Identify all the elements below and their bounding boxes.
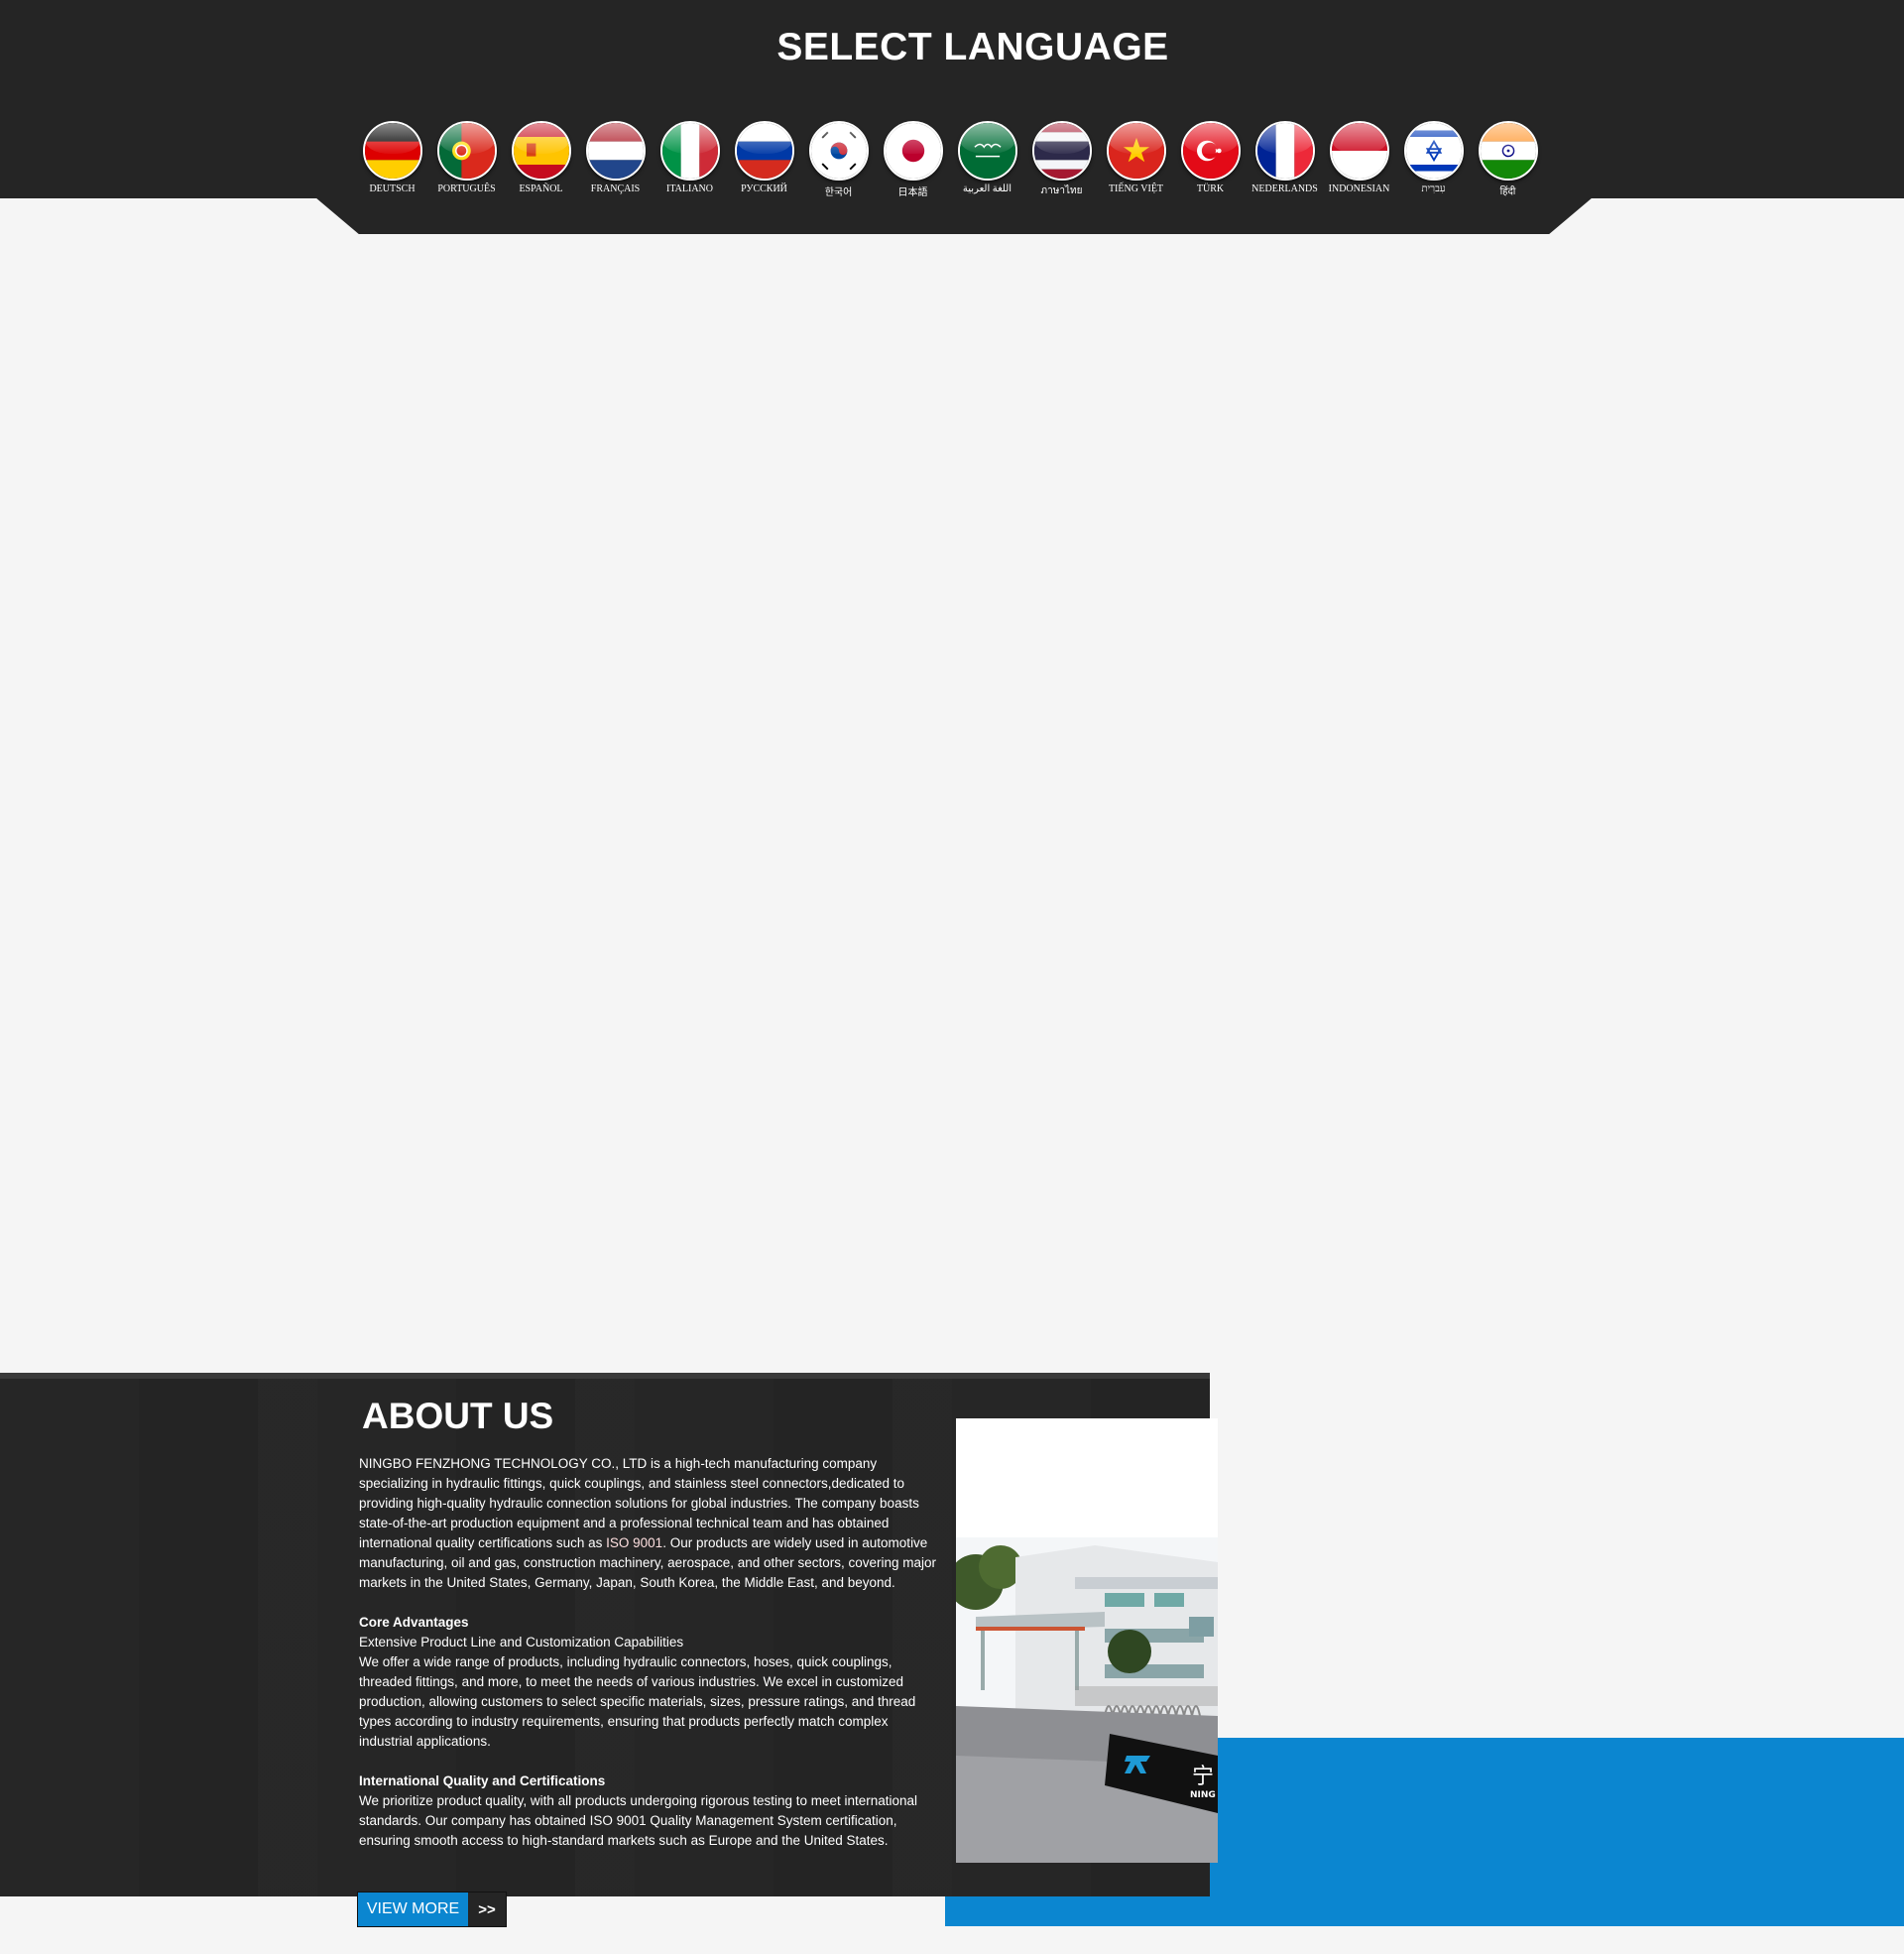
language-bar-title: SELECT LANGUAGE: [776, 26, 1169, 68]
language-item-italiano[interactable]: ITALIANO: [653, 121, 727, 200]
spain-flag-icon: [511, 121, 571, 181]
language-item-hebrew[interactable]: עִברִית: [1396, 121, 1471, 200]
sign-subtext: NING: [1190, 1790, 1216, 1800]
language-bar-tab: [315, 197, 1593, 234]
language-item-portugues[interactable]: PORTUGUÊS: [429, 121, 504, 200]
saudi-arabia-flag-icon: [957, 121, 1017, 181]
language-label: TÜRK: [1196, 183, 1225, 194]
company-building-photo: 宁 NING: [956, 1418, 1218, 1863]
language-item-russkiy[interactable]: РУССКИЙ: [727, 121, 801, 200]
quality-text: We prioritize product quality, with all …: [359, 1793, 918, 1848]
language-label: РУССКИЙ: [741, 183, 787, 194]
language-item-indonesian[interactable]: INDONESIAN: [1322, 121, 1396, 200]
language-label: עִברִית: [1421, 183, 1446, 194]
language-item-arabic[interactable]: اللغة العربية: [950, 121, 1024, 200]
language-item-japanese[interactable]: 日本語: [876, 121, 950, 200]
japan-flag-icon: [883, 121, 943, 181]
language-bar: SELECT LANGUAGE DEUTSCH PORTUGUÊS ESPAÑO…: [0, 0, 1904, 198]
core-advantages: Core Advantages Extensive Product Line a…: [359, 1613, 944, 1752]
language-label: ESPAÑOL: [519, 183, 563, 194]
portugal-flag-icon: [436, 121, 497, 181]
language-label: NEDERLANDS: [1251, 183, 1318, 194]
language-item-nederlands[interactable]: NEDERLANDS: [1248, 121, 1322, 200]
iso-link[interactable]: ISO 9001: [606, 1535, 662, 1550]
vietnam-flag-icon: [1106, 121, 1166, 181]
language-item-francais[interactable]: FRANÇAIS: [578, 121, 653, 200]
turkey-flag-icon: [1180, 121, 1241, 181]
language-label: TIẾNG VIỆT: [1108, 183, 1164, 194]
quality-heading: International Quality and Certifications: [359, 1773, 606, 1788]
language-item-vietnamese[interactable]: TIẾNG VIỆT: [1099, 121, 1173, 200]
language-item-deutsch[interactable]: DEUTSCH: [355, 121, 429, 200]
language-label: DEUTSCH: [369, 183, 416, 194]
view-more-button[interactable]: VIEW MORE >>: [357, 1892, 507, 1927]
language-item-thai[interactable]: ภาษาไทย: [1024, 121, 1099, 200]
language-item-korean[interactable]: 한국어: [801, 121, 876, 200]
thailand-flag-icon: [1031, 121, 1092, 181]
language-label: 日本語: [897, 187, 928, 198]
double-chevron-right-icon: >>: [468, 1893, 506, 1926]
korea-flag-icon: [808, 121, 869, 181]
language-list: DEUTSCH PORTUGUÊS ESPAÑOL FRANÇAIS ITALI: [355, 121, 1545, 200]
language-label: FRANÇAIS: [590, 183, 641, 194]
language-item-turk[interactable]: TÜRK: [1173, 121, 1248, 200]
language-label: INDONESIAN: [1328, 183, 1390, 194]
france-flag-icon: [1254, 121, 1315, 181]
language-label: اللغة العربية: [962, 183, 1012, 194]
germany-flag-icon: [362, 121, 422, 181]
netherlands-flag-icon: [585, 121, 646, 181]
language-label: PORTUGUÊS: [437, 183, 496, 194]
language-item-espanol[interactable]: ESPAÑOL: [504, 121, 578, 200]
sign-text: 宁: [1192, 1765, 1214, 1789]
italy-flag-icon: [659, 121, 720, 181]
indonesia-flag-icon: [1329, 121, 1389, 181]
about-title: ABOUT US: [362, 1396, 554, 1436]
russia-flag-icon: [734, 121, 794, 181]
language-label: 한국어: [824, 187, 853, 198]
india-flag-icon: [1478, 121, 1538, 181]
core-subheading: Extensive Product Line and Customization…: [359, 1635, 684, 1649]
language-label: हिंदी: [1499, 186, 1516, 197]
language-label: ITALIANO: [666, 183, 713, 194]
quality-section: International Quality and Certifications…: [359, 1771, 944, 1851]
language-label: ภาษาไทย: [1040, 185, 1083, 196]
about-body: NINGBO FENZHONG TECHNOLOGY CO., LTD is a…: [359, 1454, 944, 1871]
view-more-label: VIEW MORE: [358, 1893, 468, 1926]
israel-flag-icon: [1403, 121, 1464, 181]
core-text: We offer a wide range of products, inclu…: [359, 1654, 916, 1749]
language-item-hindi[interactable]: हिंदी: [1471, 121, 1545, 200]
core-heading: Core Advantages: [359, 1615, 469, 1630]
about-intro: NINGBO FENZHONG TECHNOLOGY CO., LTD is a…: [359, 1456, 937, 1590]
